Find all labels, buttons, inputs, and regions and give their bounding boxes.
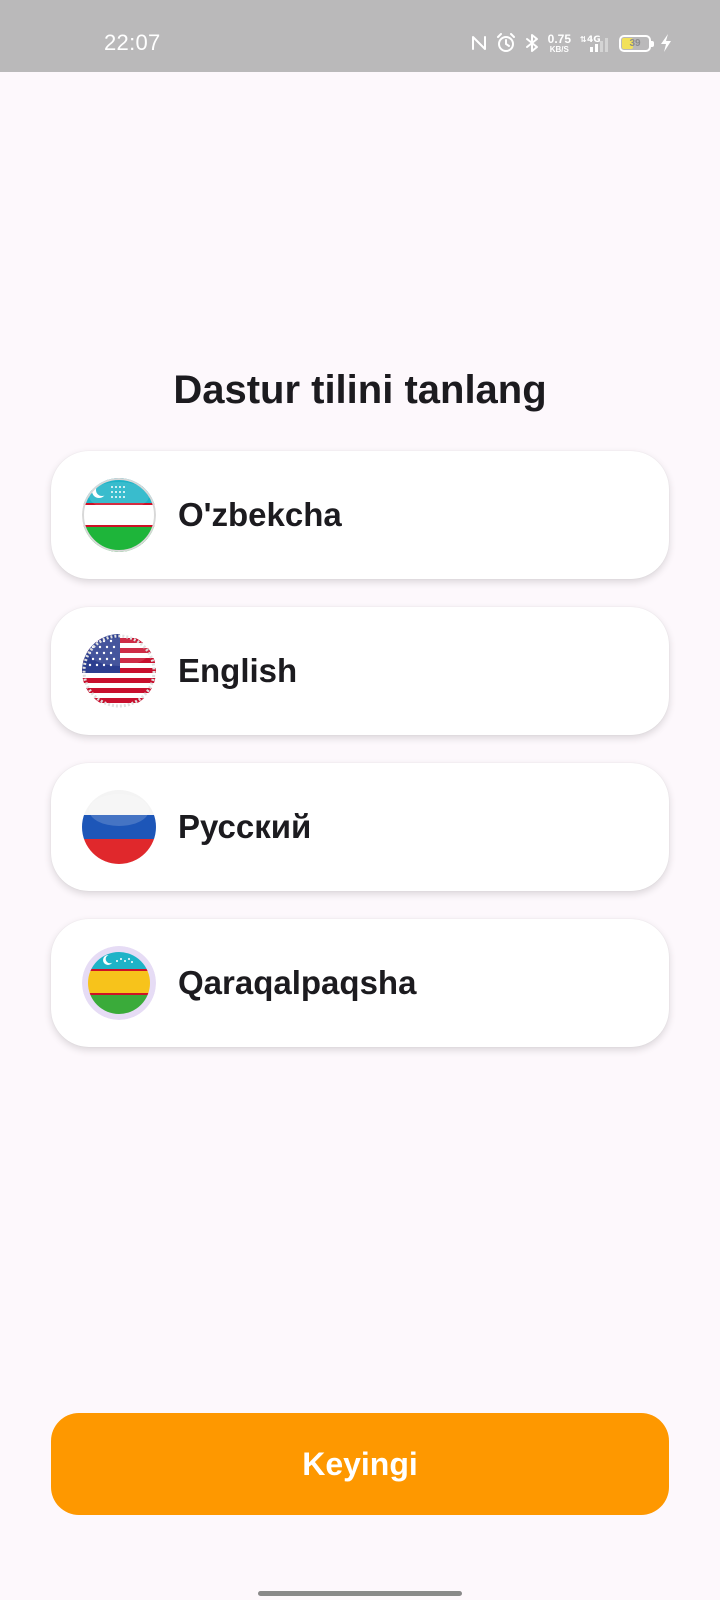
language-option-russian[interactable]: Русский [51,763,669,891]
net-speed-value: 0.75 [547,31,571,46]
nfc-icon [471,34,487,52]
language-label: English [178,652,298,689]
language-label: Qaraqalpaqsha [178,964,417,1001]
language-option-uzbek[interactable]: O'zbekcha [51,451,669,579]
language-label: O'zbekcha [178,496,342,533]
language-list: O'zbekcha English Русский Qaraqalpaqsha [51,451,669,1075]
karakalpakstan-flag-icon [82,946,156,1020]
charging-icon [660,33,672,53]
language-option-karakalpak[interactable]: Qaraqalpaqsha [51,919,669,1047]
bluetooth-icon [525,33,539,53]
language-label: Русский [178,808,312,845]
battery-level: 39 [629,37,641,49]
russia-flag-icon [82,790,156,864]
home-indicator[interactable] [258,1591,462,1596]
network-label: 4G [587,35,601,45]
usa-flag-icon [82,634,156,708]
uzbekistan-flag-icon [82,478,156,552]
page-title: Dastur tilini tanlang [173,368,547,412]
net-speed-unit: KB/S [549,44,569,54]
svg-text:⇅: ⇅ [580,35,587,44]
next-button[interactable]: Keyingi [51,1413,669,1515]
language-option-english[interactable]: English [51,607,669,735]
alarm-icon [496,33,516,53]
signal-icon: ⇅ 4G [580,33,610,53]
status-icons: 0.75 KB/S ⇅ 4G 39 [471,30,672,56]
battery-icon: 39 [619,34,654,52]
status-bar: 22:07 0.75 KB/S ⇅ 4G 39 [0,0,720,72]
net-speed: 0.75 KB/S [548,33,571,54]
status-time: 22:07 [104,30,161,55]
